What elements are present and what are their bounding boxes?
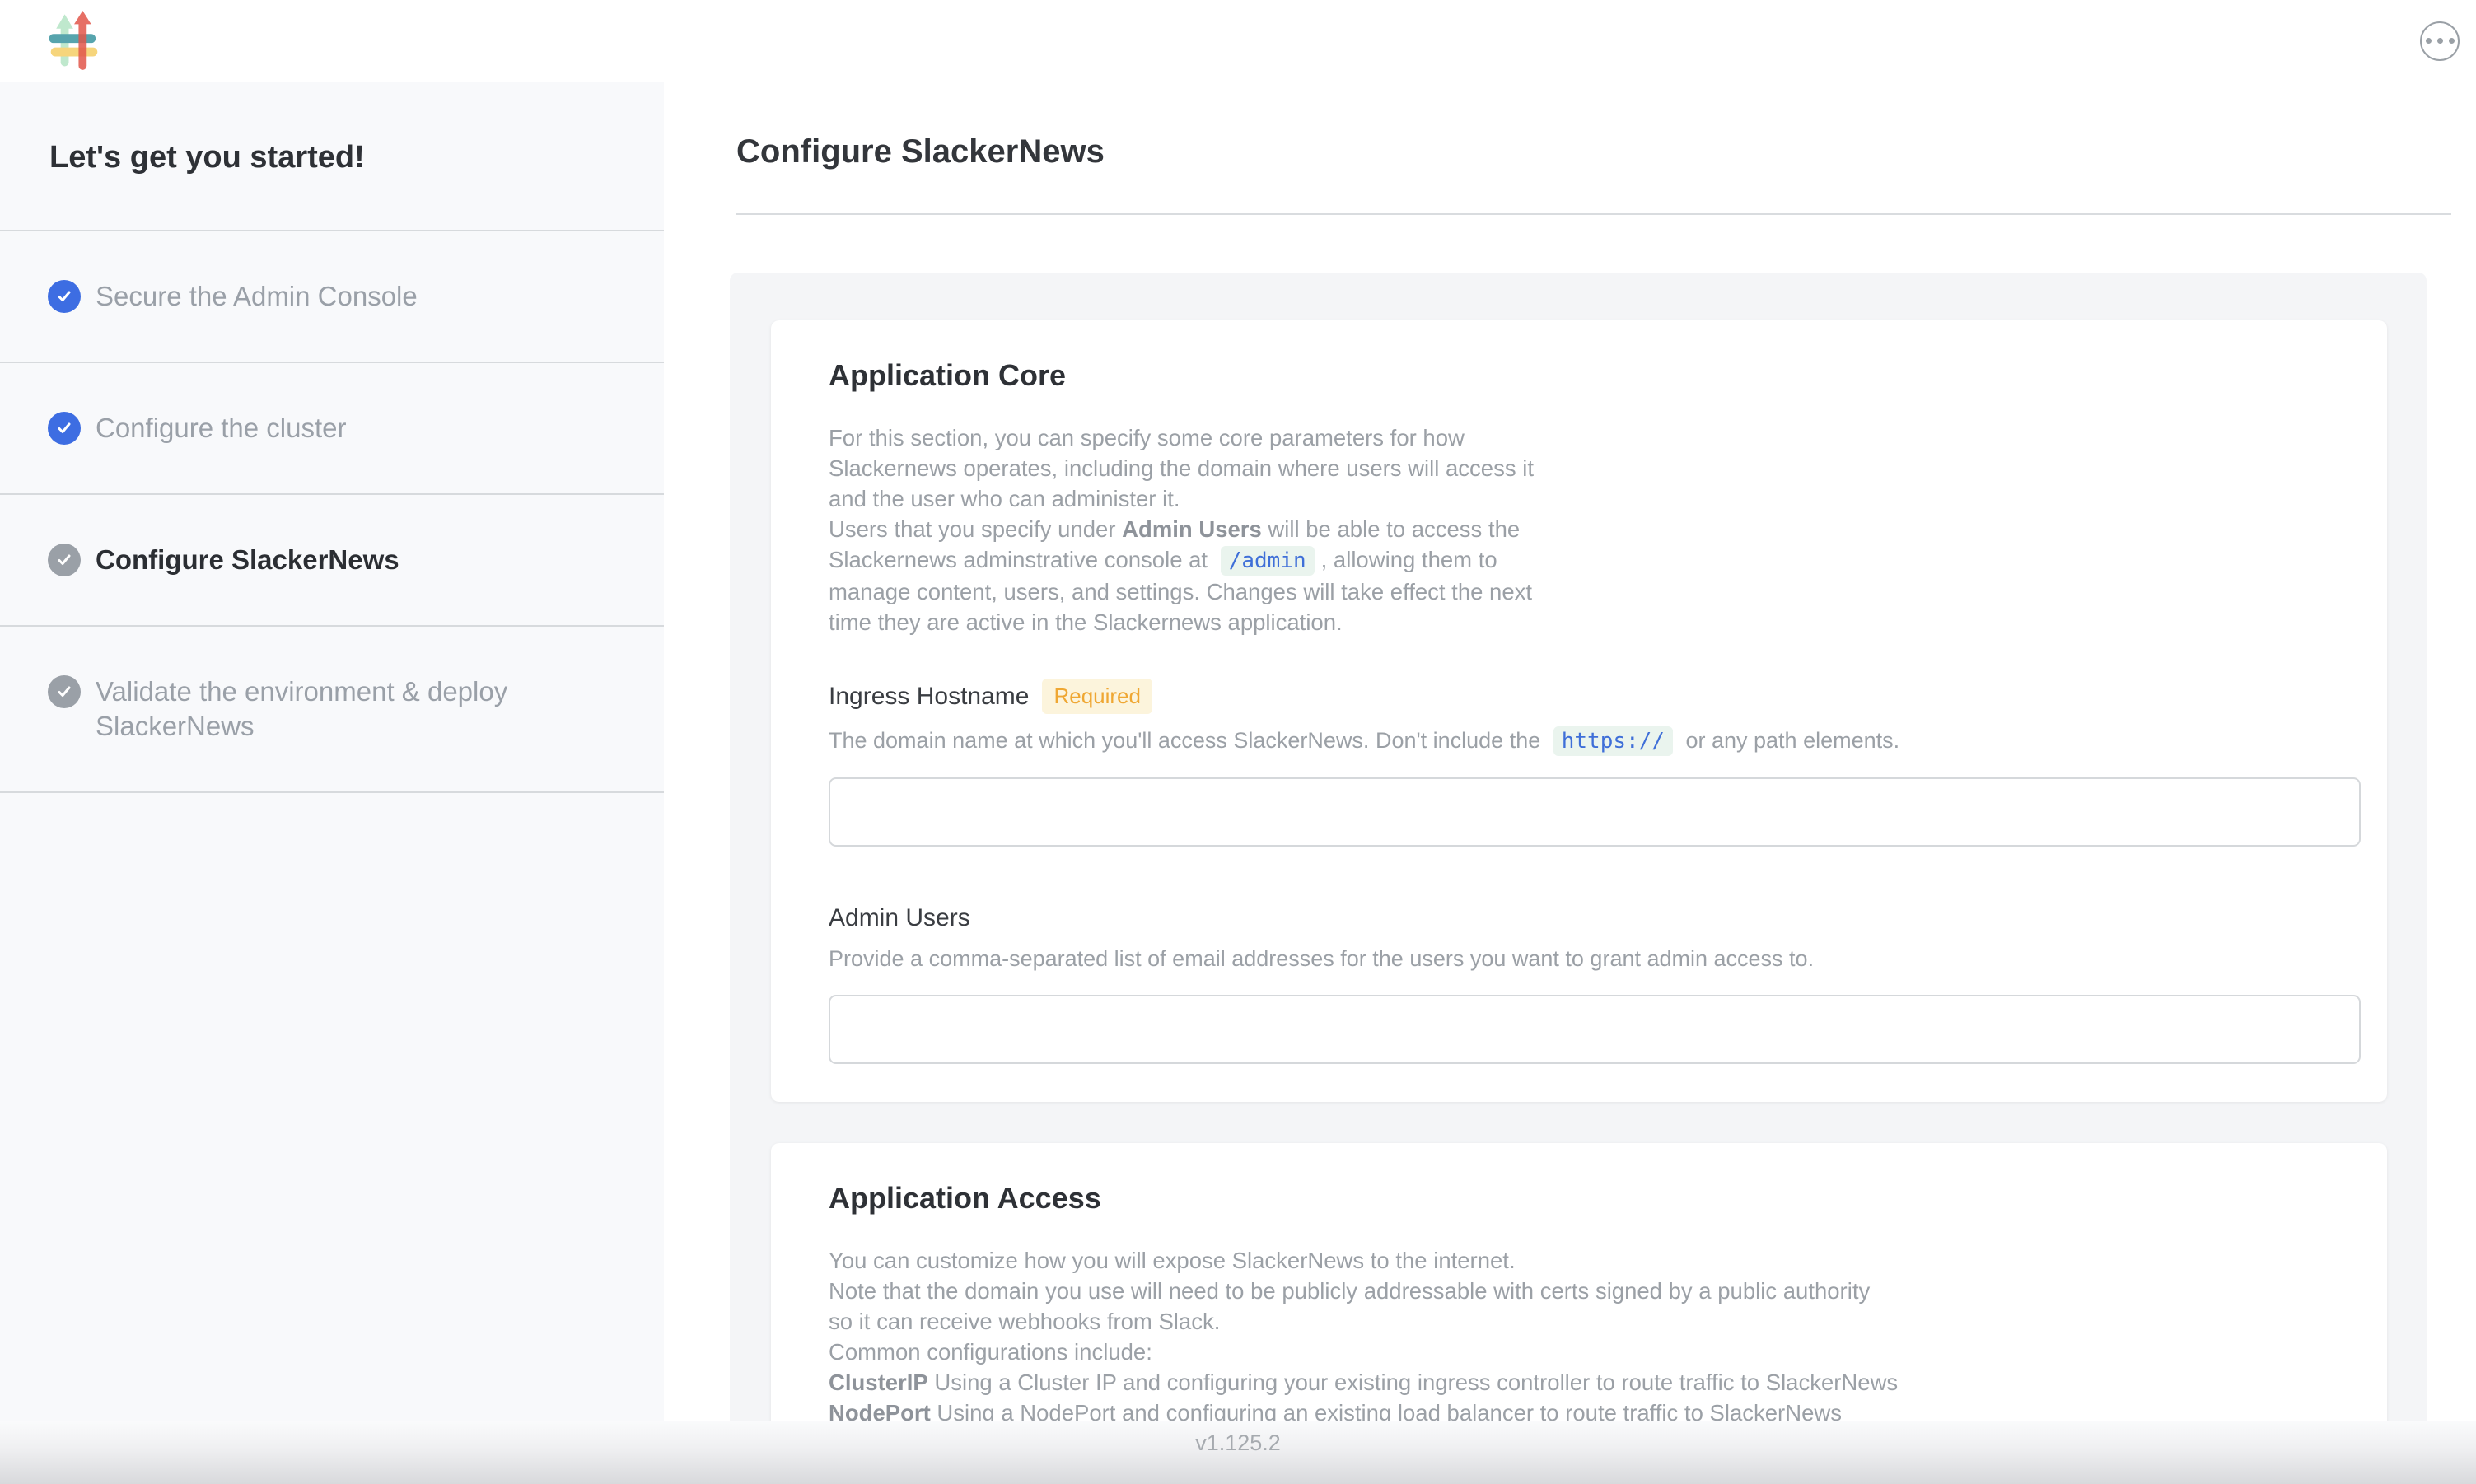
- footer: v1.125.2: [0, 1421, 2476, 1484]
- required-badge: Required: [1042, 679, 1152, 714]
- card-title: Application Access: [829, 1181, 2361, 1216]
- card-description: For this section, you can specify some c…: [829, 422, 1574, 637]
- admin-users-input[interactable]: [829, 995, 2361, 1064]
- access-line: NodePort Using a NodePort and configurin…: [829, 1398, 2361, 1421]
- admin-users-label: Admin Users: [829, 904, 970, 932]
- admin-path-code-chip: /admin: [1221, 546, 1315, 576]
- ingress-hostname-help: The domain name at which you'll access S…: [829, 726, 2361, 756]
- setup-steps-sidebar: Let's get you started! Secure the Admin …: [0, 82, 664, 1421]
- check-circle-icon: [48, 675, 81, 708]
- step-label: Configure the cluster: [96, 411, 347, 446]
- access-line: ClusterIP Using a Cluster IP and configu…: [829, 1367, 2361, 1398]
- access-line: Note that the domain you use will need t…: [829, 1276, 2361, 1306]
- version-label: v1.125.2: [1195, 1430, 1281, 1456]
- application-access-card: Application Access You can customize how…: [771, 1143, 2387, 1421]
- ellipsis-icon: [2426, 38, 2432, 44]
- config-content: Configure SlackerNews Application Core F…: [664, 82, 2476, 1421]
- access-line: Common configurations include:: [829, 1337, 2361, 1367]
- check-circle-icon: [48, 544, 81, 576]
- access-line: so it can receive webhooks from Slack.: [829, 1306, 2361, 1337]
- title-divider: [736, 213, 2451, 215]
- admin-console-window: Let's get you started! Secure the Admin …: [0, 0, 2476, 1484]
- check-circle-icon: [48, 280, 81, 313]
- sidebar-step-validate-deploy[interactable]: Validate the environment & deploy Slacke…: [0, 627, 664, 793]
- sidebar-step-secure-admin-console[interactable]: Secure the Admin Console: [0, 231, 664, 363]
- card-description: You can customize how you will expose Sl…: [829, 1245, 2361, 1421]
- config-groups-panel: Application Core For this section, you c…: [730, 273, 2427, 1421]
- page-title: Configure SlackerNews: [736, 133, 2476, 170]
- check-circle-icon: [48, 412, 81, 445]
- admin-users-field-group: Admin Users Provide a comma-separated li…: [829, 904, 2361, 1064]
- sidebar-step-configure-slackernews[interactable]: Configure SlackerNews: [0, 495, 664, 627]
- more-options-button[interactable]: [2420, 21, 2460, 61]
- access-line: You can customize how you will expose Sl…: [829, 1245, 2361, 1276]
- card-title: Application Core: [829, 358, 2361, 393]
- https-code-chip: https://: [1553, 726, 1673, 756]
- ingress-hostname-field-group: Ingress Hostname Required The domain nam…: [829, 679, 2361, 847]
- ingress-hostname-input[interactable]: [829, 777, 2361, 847]
- top-bar: [0, 0, 2476, 82]
- sidebar-step-configure-cluster[interactable]: Configure the cluster: [0, 363, 664, 495]
- ingress-hostname-label: Ingress Hostname: [829, 683, 1029, 711]
- step-label: Secure the Admin Console: [96, 279, 418, 314]
- admin-users-help: Provide a comma-separated list of email …: [829, 944, 2361, 973]
- step-label: Validate the environment & deploy Slacke…: [96, 674, 557, 744]
- step-label: Configure SlackerNews: [96, 543, 399, 577]
- application-core-card: Application Core For this section, you c…: [771, 320, 2387, 1102]
- slackernews-logo-icon: [45, 11, 103, 72]
- sidebar-heading: Let's get you started!: [0, 82, 664, 231]
